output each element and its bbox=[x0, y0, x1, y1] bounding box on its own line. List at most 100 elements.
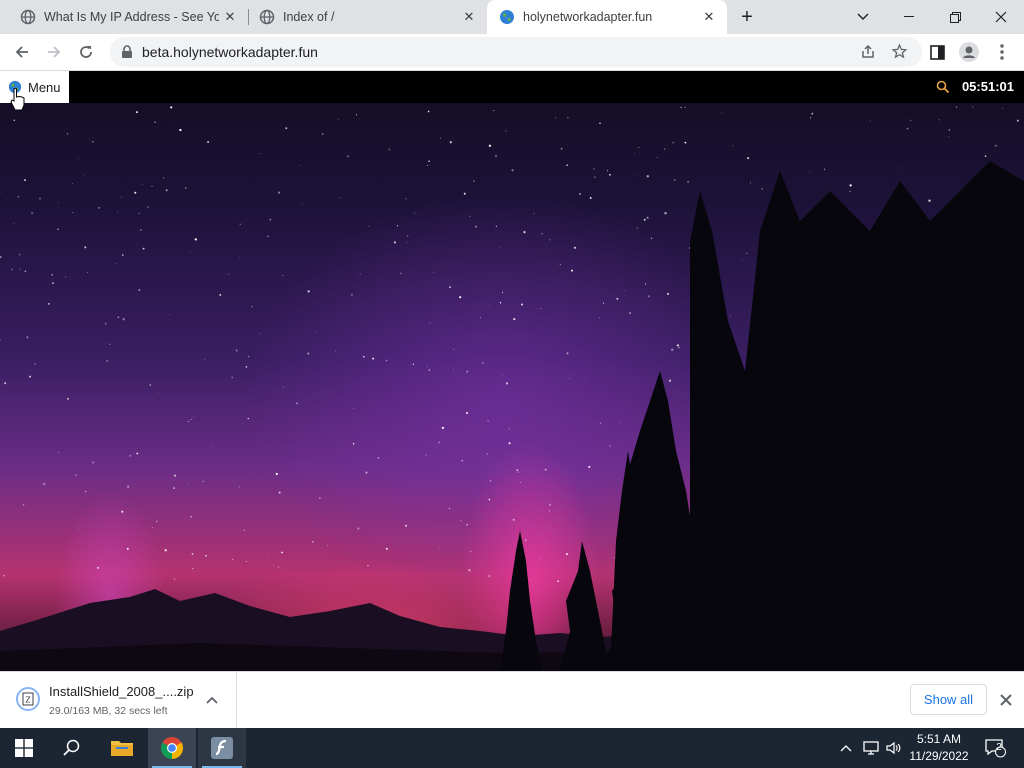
close-tab-icon[interactable]: ✕ bbox=[461, 9, 477, 25]
star bbox=[573, 246, 576, 249]
star bbox=[338, 118, 339, 120]
star bbox=[680, 106, 682, 109]
avatar-icon bbox=[959, 42, 979, 62]
taskbar-file-explorer[interactable] bbox=[98, 728, 146, 768]
star bbox=[268, 446, 270, 448]
lock-icon[interactable] bbox=[121, 45, 133, 59]
network-tray-button[interactable] bbox=[860, 728, 882, 768]
action-center-button[interactable]: 2 bbox=[980, 728, 1010, 768]
star bbox=[463, 192, 466, 195]
star bbox=[319, 497, 321, 499]
star bbox=[555, 117, 557, 119]
star bbox=[106, 359, 109, 363]
back-button[interactable] bbox=[8, 38, 36, 66]
star bbox=[184, 186, 187, 189]
side-panel-button[interactable] bbox=[923, 38, 951, 66]
tab-holynetworkadapter[interactable]: holynetworkadapter.fun ✕ bbox=[487, 0, 727, 34]
star bbox=[138, 288, 141, 292]
star bbox=[66, 397, 69, 400]
star bbox=[282, 386, 284, 388]
tab-ip-address[interactable]: What Is My IP Address - See Your ✕ bbox=[0, 0, 248, 34]
star bbox=[24, 179, 26, 182]
star bbox=[1002, 108, 1003, 109]
star bbox=[18, 253, 21, 256]
star bbox=[487, 420, 489, 422]
star bbox=[372, 357, 375, 360]
star bbox=[747, 157, 750, 160]
minimize-icon[interactable] bbox=[886, 0, 932, 34]
star bbox=[396, 225, 398, 227]
arrow-left-icon bbox=[15, 46, 28, 58]
star bbox=[34, 363, 36, 365]
star bbox=[174, 474, 176, 477]
star bbox=[299, 164, 301, 166]
star bbox=[479, 316, 482, 319]
download-item[interactable]: Z InstallShield_2008_....zip 29.0/163 MB… bbox=[0, 672, 237, 728]
star bbox=[646, 175, 649, 178]
star bbox=[58, 201, 60, 203]
star bbox=[173, 487, 175, 489]
star bbox=[29, 375, 32, 378]
star bbox=[0, 256, 2, 259]
star bbox=[282, 274, 284, 276]
star bbox=[746, 252, 748, 254]
star bbox=[488, 144, 492, 147]
url-text[interactable]: beta.holynetworkadapter.fun bbox=[142, 44, 318, 60]
more-menu-button[interactable] bbox=[988, 38, 1016, 66]
star bbox=[97, 206, 101, 209]
show-hidden-icons-button[interactable] bbox=[836, 728, 856, 768]
star bbox=[433, 272, 434, 274]
star bbox=[77, 158, 79, 160]
bookmark-star-icon[interactable] bbox=[891, 43, 908, 60]
windows-taskbar: 5:51 AM 11/29/2022 2 bbox=[0, 728, 1024, 768]
taskbar-chrome[interactable] bbox=[148, 728, 196, 768]
star bbox=[629, 312, 631, 314]
star bbox=[910, 119, 912, 121]
close-tab-icon[interactable]: ✕ bbox=[222, 9, 238, 25]
star bbox=[643, 218, 646, 221]
close-download-bar-icon[interactable] bbox=[996, 690, 1016, 710]
star bbox=[4, 382, 7, 385]
reload-button[interactable] bbox=[72, 38, 100, 66]
star bbox=[84, 246, 87, 249]
menu-label: Menu bbox=[28, 79, 61, 95]
star bbox=[579, 192, 582, 195]
profile-button[interactable] bbox=[955, 38, 983, 66]
star bbox=[24, 270, 27, 273]
forward-button[interactable] bbox=[40, 38, 68, 66]
show-all-downloads-button[interactable]: Show all bbox=[910, 684, 987, 715]
star bbox=[368, 225, 370, 227]
clock-time: 5:51 AM bbox=[916, 732, 962, 746]
star bbox=[749, 182, 751, 184]
taskbar-search-button[interactable] bbox=[48, 728, 96, 768]
star bbox=[158, 392, 160, 394]
star bbox=[656, 157, 658, 158]
start-button[interactable] bbox=[0, 728, 48, 768]
star bbox=[448, 507, 451, 510]
star bbox=[571, 269, 573, 272]
star bbox=[521, 303, 524, 306]
restore-icon[interactable] bbox=[932, 0, 978, 34]
star bbox=[508, 428, 510, 430]
tab-search-chevron-icon[interactable] bbox=[840, 0, 886, 34]
address-bar[interactable]: beta.holynetworkadapter.fun bbox=[110, 37, 922, 67]
system-clock[interactable]: 5:51 AM 11/29/2022 bbox=[900, 731, 978, 765]
search-icon[interactable] bbox=[936, 80, 950, 94]
star bbox=[275, 472, 278, 476]
star bbox=[278, 191, 281, 194]
new-tab-button[interactable]: + bbox=[725, 0, 769, 34]
page-top-bar: Menu 05:51:01 bbox=[0, 71, 1024, 103]
star bbox=[684, 141, 687, 144]
close-tab-icon[interactable]: ✕ bbox=[701, 9, 717, 25]
tab-title: Index of / bbox=[283, 10, 335, 24]
star bbox=[489, 480, 492, 482]
chevron-up-icon[interactable] bbox=[203, 692, 221, 710]
tab-index-of[interactable]: Index of / ✕ bbox=[239, 0, 487, 34]
star bbox=[972, 106, 974, 108]
close-window-icon[interactable] bbox=[978, 0, 1024, 34]
star bbox=[811, 112, 814, 115]
taskbar-app[interactable] bbox=[198, 728, 246, 768]
star bbox=[428, 160, 430, 163]
share-icon[interactable] bbox=[860, 44, 876, 60]
star bbox=[126, 485, 130, 488]
